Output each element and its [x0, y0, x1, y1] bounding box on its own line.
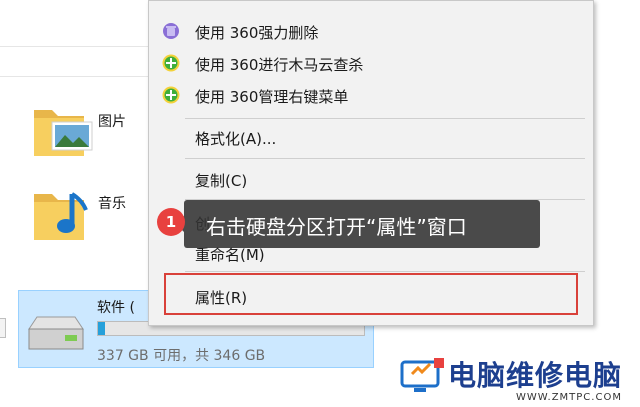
360-green-plus-icon — [161, 53, 181, 73]
collapse-handle[interactable] — [0, 318, 6, 338]
drive-space-text: 337 GB 可用，共 346 GB — [97, 348, 266, 364]
tutorial-callout: 右击硬盘分区打开“属性”窗口 — [184, 200, 540, 248]
file-explorer: 图片 音乐 软件 ( 337 GB 可用，共 346 GB 使用 360强力删除… — [0, 0, 640, 407]
hard-drive-icon — [25, 311, 87, 357]
divider — [0, 76, 150, 77]
menu-item-label: 使用 360强力删除 — [195, 24, 319, 42]
menu-item-360-manage-menu[interactable]: 使用 360管理右键菜单 — [149, 80, 593, 110]
360-green-plus-icon — [161, 85, 181, 105]
menu-item-label: 格式化(A)... — [195, 130, 277, 148]
menu-separator — [185, 118, 585, 119]
drive-usage-fill — [98, 322, 105, 335]
step-badge: 1 — [157, 208, 185, 236]
menu-item-360-trojan-scan[interactable]: 使用 360进行木马云查杀 — [149, 48, 593, 78]
menu-item-360-force-delete[interactable]: 使用 360强力删除 — [149, 16, 593, 46]
menu-separator — [185, 271, 585, 272]
watermark-text: 电脑维修电脑 — [448, 359, 623, 392]
folder-label-music[interactable]: 音乐 — [98, 193, 126, 213]
menu-separator — [185, 158, 585, 159]
monitor-logo-icon — [400, 358, 444, 392]
watermark-logo: 电脑维修电脑 WWW.ZMTPC.COM — [398, 352, 638, 406]
folder-label-pictures[interactable]: 图片 — [98, 111, 126, 131]
menu-item-format[interactable]: 格式化(A)... — [149, 122, 593, 152]
callout-text: 右击硬盘分区打开“属性”窗口 — [206, 215, 467, 239]
menu-item-label: 使用 360管理右键菜单 — [195, 88, 349, 106]
menu-item-copy[interactable]: 复制(C) — [149, 164, 593, 194]
watermark-url: WWW.ZMTPC.COM — [516, 392, 622, 403]
360-purple-icon — [161, 21, 181, 41]
properties-highlight — [164, 273, 578, 315]
pictures-folder-icon[interactable] — [30, 100, 98, 162]
drive-name: 软件 ( — [97, 300, 135, 316]
divider — [0, 46, 150, 47]
menu-item-label: 复制(C) — [195, 172, 248, 190]
music-folder-icon[interactable] — [30, 184, 98, 246]
menu-item-label: 使用 360进行木马云查杀 — [195, 56, 364, 74]
